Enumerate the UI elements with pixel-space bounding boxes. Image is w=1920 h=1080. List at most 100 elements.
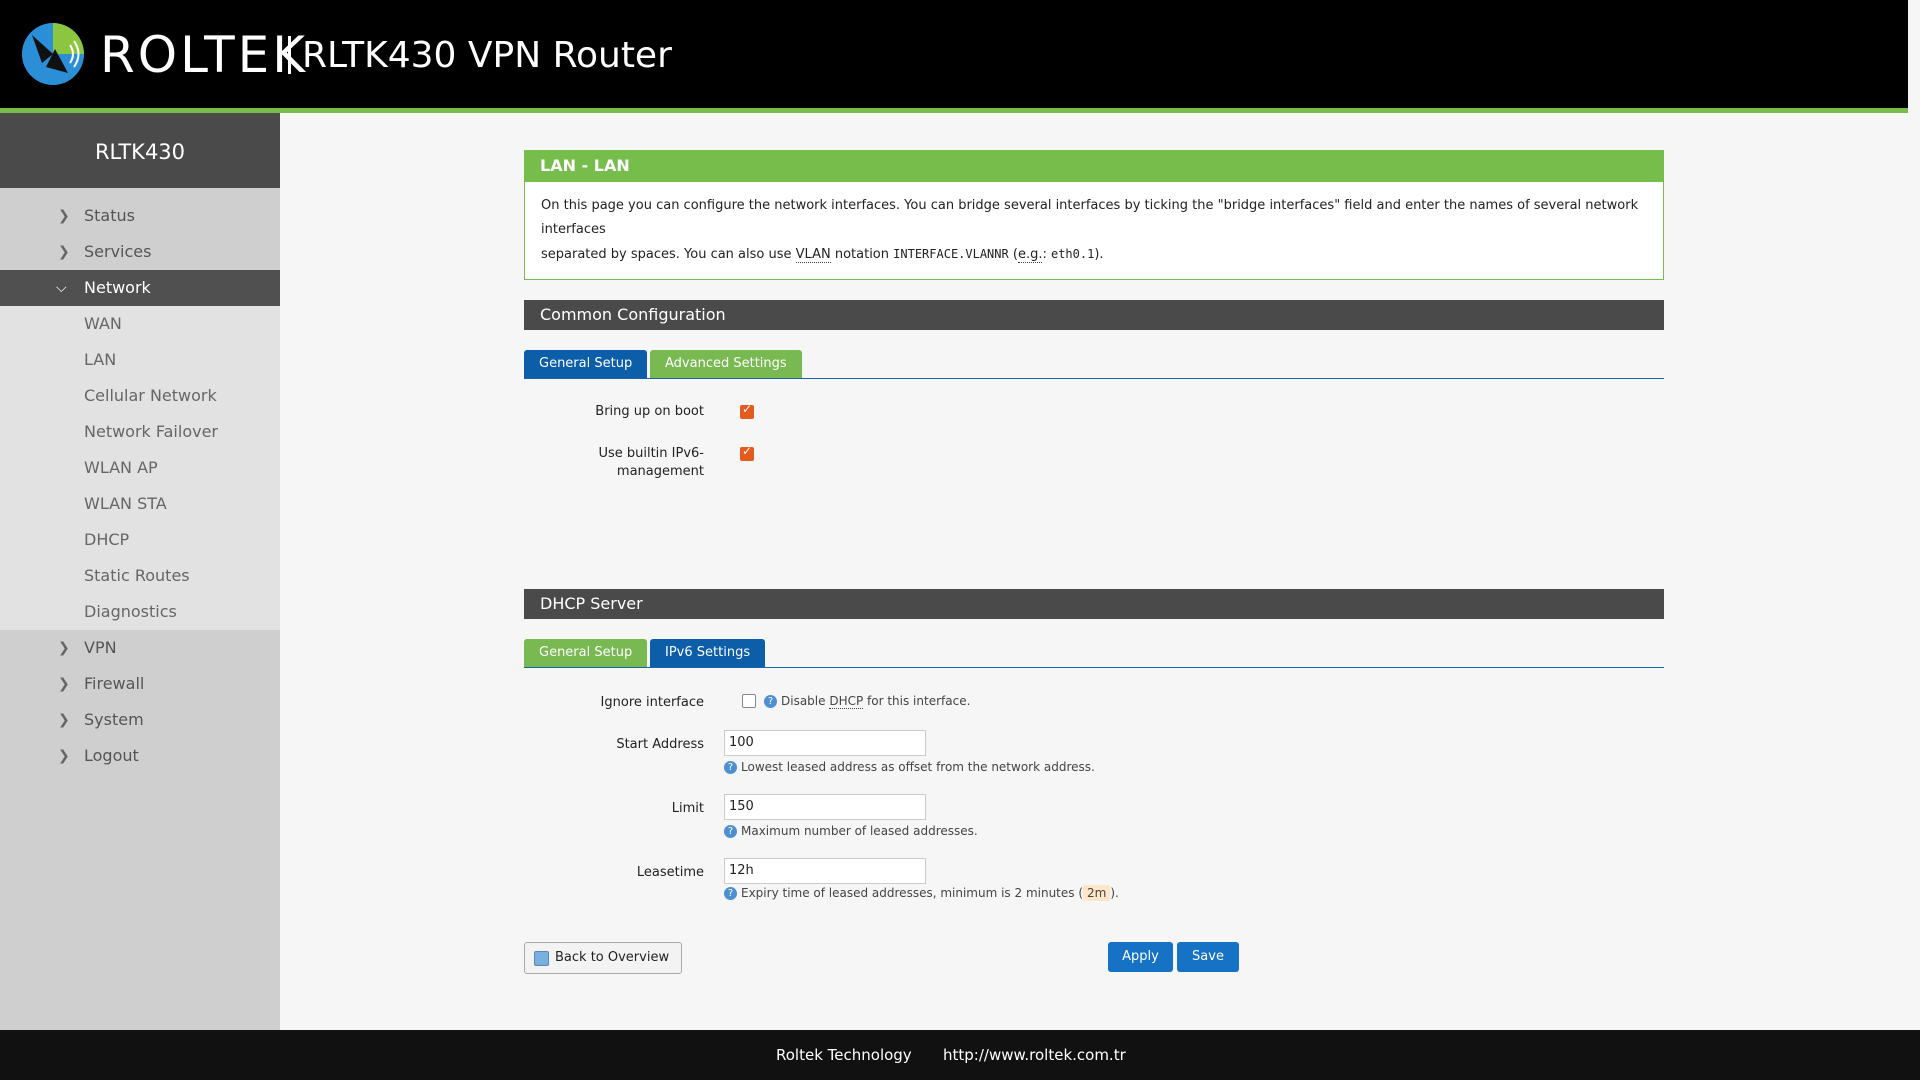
chevron-right-icon: ❯	[58, 676, 70, 692]
hint-text: ).	[1110, 886, 1119, 900]
dhcp-abbr: DHCP	[829, 694, 864, 709]
start-address-input[interactable]: 100	[724, 730, 926, 756]
back-button-label: Back to Overview	[555, 950, 670, 965]
sidebar-item-vpn[interactable]: ❯ VPN	[0, 630, 280, 666]
sidebar-item-label: Services	[84, 242, 152, 261]
network-submenu: WAN LAN Cellular Network Network Failove…	[0, 306, 280, 630]
desc-text: :	[1042, 247, 1051, 262]
leasetime-input[interactable]: 12h	[724, 858, 926, 884]
apply-button[interactable]: Apply	[1108, 942, 1173, 972]
hint-text: for this interface.	[863, 694, 971, 708]
save-button[interactable]: Save	[1177, 942, 1239, 972]
sidebar-title: RLTK430	[0, 113, 280, 188]
sidebar-item-label: Network	[84, 278, 151, 297]
footer: Roltek Technology http://www.roltek.com.…	[0, 1030, 1920, 1080]
desc-text: ).	[1094, 247, 1104, 262]
desc-code: eth0.1	[1050, 247, 1095, 261]
chevron-right-icon: ❯	[58, 712, 70, 728]
sidebar-item-label: Firewall	[84, 674, 145, 693]
ipv6-management-checkbox[interactable]	[740, 444, 754, 461]
sidebar-item-label: Logout	[84, 746, 139, 765]
limit-row: Limit 150 ? Maximum number of leased addr…	[524, 794, 1664, 858]
common-config-heading: Common Configuration	[524, 300, 1664, 330]
leasetime-row: Leasetime 12h ? Expiry time of leased add…	[524, 858, 1664, 922]
chevron-right-icon: ❯	[58, 748, 70, 764]
sidebar-subitem-static-routes[interactable]: Static Routes	[0, 558, 280, 594]
hint-code: 2m	[1083, 885, 1111, 901]
common-config-tabs: General Setup Advanced Settings	[524, 350, 1664, 379]
limit-label: Limit	[671, 801, 704, 816]
desc-text: On this page you can configure the netwo…	[541, 198, 1639, 237]
ignore-interface-row: Ignore interface ? Disable DHCP for this …	[524, 694, 1664, 730]
eg-abbr: e.g.	[1017, 247, 1043, 263]
tab-ipv6-settings[interactable]: IPv6 Settings	[650, 639, 766, 667]
sidebar-item-status[interactable]: ❯ Status	[0, 198, 280, 234]
sidebar-subitem-network-failover[interactable]: Network Failover	[0, 414, 280, 450]
sidebar-subitem-wan[interactable]: WAN	[0, 306, 280, 342]
ipv6-label-line1: Use builtin IPv6-	[598, 446, 704, 461]
start-address-label: Start Address	[616, 737, 704, 752]
sidebar-subitem-cellular-network[interactable]: Cellular Network	[0, 378, 280, 414]
back-arrow-icon	[534, 951, 549, 966]
limit-hint: ? Maximum number of leased addresses.	[724, 824, 978, 838]
info-icon: ?	[764, 695, 777, 708]
sidebar-item-services[interactable]: ❯ Services	[0, 234, 280, 270]
ignore-interface-hint: ? Disable DHCP for this interface.	[764, 694, 971, 709]
sidebar: RLTK430 ❯ Status ❯ Services ⌵ Network WA…	[0, 113, 280, 1030]
page-description: On this page you can configure the netwo…	[524, 182, 1664, 280]
sidebar-item-system[interactable]: ❯ System	[0, 702, 280, 738]
page-title: LAN - LAN	[524, 150, 1664, 182]
top-header: ROLTEK RLTK430 VPN Router	[0, 0, 1908, 113]
start-address-row: Start Address 100 ? Lowest leased address…	[524, 730, 1664, 794]
bring-up-label: Bring up on boot	[595, 404, 704, 419]
sidebar-subitem-lan[interactable]: LAN	[0, 342, 280, 378]
footer-company: Roltek Technology	[776, 1046, 912, 1064]
bring-up-checkbox[interactable]	[740, 402, 754, 419]
sidebar-subitem-dhcp[interactable]: DHCP	[0, 522, 280, 558]
bring-up-row: Bring up on boot	[524, 401, 1664, 443]
chevron-right-icon: ❯	[58, 244, 70, 260]
sidebar-subitem-wlan-sta[interactable]: WLAN STA	[0, 486, 280, 522]
ipv6-management-row: Use builtin IPv6- management	[524, 443, 1664, 503]
desc-code: INTERFACE.VLANNR	[893, 247, 1009, 261]
ipv6-management-label: Use builtin IPv6- management	[524, 445, 704, 481]
sidebar-item-network[interactable]: ⌵ Network	[0, 270, 280, 306]
chevron-right-icon: ❯	[58, 640, 70, 656]
sidebar-subitem-diagnostics[interactable]: Diagnostics	[0, 594, 280, 630]
ignore-interface-label: Ignore interface	[600, 695, 704, 710]
sidebar-item-label: Status	[84, 206, 135, 225]
desc-text: separated by spaces. You can also use	[541, 247, 796, 262]
hint-text: Lowest leased address as offset from the…	[741, 760, 1095, 774]
sidebar-subitem-wlan-ap[interactable]: WLAN AP	[0, 450, 280, 486]
header-accent-line	[0, 108, 1908, 113]
hint-text: Expiry time of leased addresses, minimum…	[741, 886, 1084, 900]
tab-dhcp-general-setup[interactable]: General Setup	[524, 639, 648, 667]
limit-input[interactable]: 150	[724, 794, 926, 820]
sidebar-item-logout[interactable]: ❯ Logout	[0, 738, 280, 774]
vlan-abbr: VLAN	[795, 247, 831, 263]
brand-name: ROLTEK	[100, 26, 308, 84]
chevron-right-icon: ❯	[58, 208, 70, 224]
dhcp-server-heading: DHCP Server	[524, 589, 1664, 619]
dhcp-tabs: General Setup IPv6 Settings	[524, 639, 1664, 668]
product-title: RLTK430 VPN Router	[302, 35, 672, 76]
tab-advanced-settings[interactable]: Advanced Settings	[650, 350, 802, 378]
sidebar-item-label: VPN	[84, 638, 117, 657]
brand-divider	[288, 36, 291, 74]
back-to-overview-button[interactable]: Back to Overview	[524, 942, 682, 974]
info-icon: ?	[724, 887, 737, 900]
footer-url-link[interactable]: http://www.roltek.com.tr	[943, 1046, 1126, 1064]
ipv6-label-line2: management	[616, 464, 704, 479]
desc-text: notation	[830, 247, 894, 262]
desc-text: (	[1008, 247, 1018, 262]
info-icon: ?	[724, 825, 737, 838]
main-content: LAN - LAN On this page you can configure…	[524, 150, 1664, 922]
start-address-hint: ? Lowest leased address as offset from th…	[724, 760, 1095, 774]
chevron-down-icon: ⌵	[56, 280, 67, 296]
hint-text: Maximum number of leased addresses.	[741, 824, 978, 838]
tab-general-setup[interactable]: General Setup	[524, 350, 648, 378]
hint-text: Disable	[781, 694, 830, 708]
ignore-interface-checkbox[interactable]	[742, 694, 756, 708]
sidebar-item-firewall[interactable]: ❯ Firewall	[0, 666, 280, 702]
sidebar-menu: ❯ Status ❯ Services ⌵ Network WAN LAN Ce…	[0, 188, 280, 774]
